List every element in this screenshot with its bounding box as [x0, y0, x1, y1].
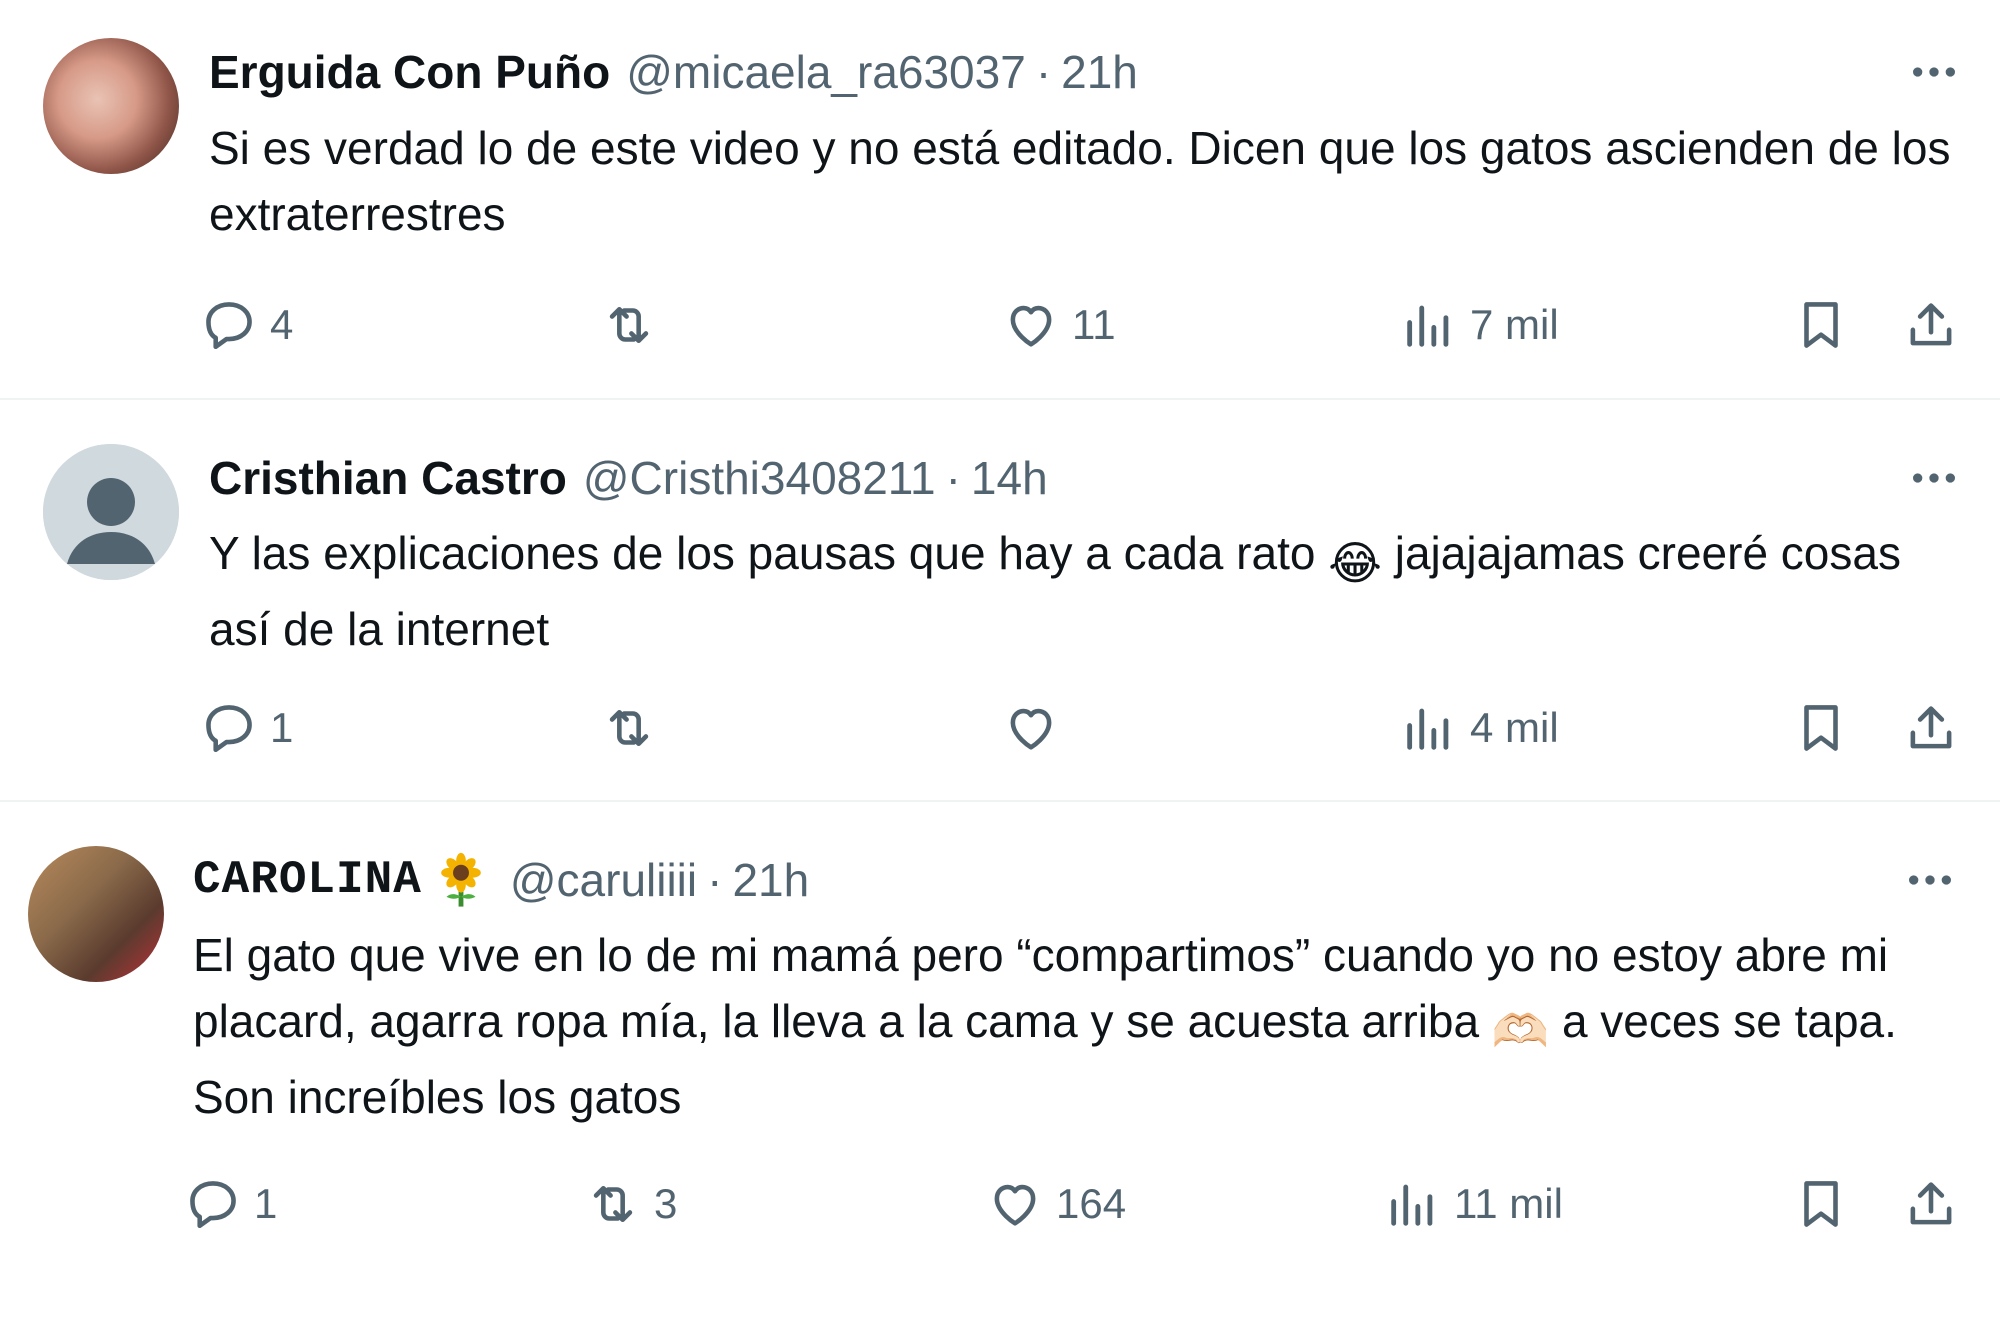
share-icon [1910, 1182, 1952, 1225]
display-name[interactable]: Cristhian Castro [209, 451, 567, 505]
user-handle[interactable]: @Cristhi3408211 [583, 451, 936, 505]
retweet-button[interactable] [600, 290, 670, 360]
share-icon [1910, 303, 1952, 346]
reply-text-part: Y las explicaciones de los pausas que ha… [209, 527, 1316, 579]
retweet-icon [609, 306, 649, 344]
timestamp[interactable]: 21h [732, 853, 809, 907]
more-icon[interactable] [1904, 42, 1964, 102]
display-name[interactable]: Erguida Con Puño [209, 45, 610, 99]
retweet-count: 3 [654, 1180, 678, 1227]
retweet-icon [593, 1185, 633, 1223]
reply-icon [206, 302, 252, 350]
heart-icon [1010, 305, 1052, 347]
action-bar: 1 3 164 11 mil [184, 1169, 1970, 1239]
user-handle[interactable]: @micaela_ra63037 [626, 45, 1026, 99]
action-bar: 4 11 7 mil [200, 290, 1970, 360]
action-bar: 1 4 mil [200, 693, 1970, 763]
views-count: 4 mil [1470, 704, 1559, 751]
views-button[interactable]: 11 mil [1384, 1169, 1563, 1239]
avatar[interactable] [43, 38, 179, 174]
retweet-icon [609, 709, 649, 747]
avatar[interactable] [43, 444, 179, 580]
like-button[interactable] [1002, 693, 1072, 763]
sunflower-emoji [441, 852, 481, 907]
bookmark-button[interactable] [1792, 290, 1850, 360]
timestamp[interactable]: 21h [1061, 45, 1138, 99]
reply-count: 1 [270, 704, 294, 751]
share-button[interactable] [1902, 693, 1960, 763]
reply-header: Erguida Con Puño @micaela_ra63037 · 21h [209, 42, 1138, 102]
reply-card[interactable]: Erguida Con Puño @micaela_ra63037 · 21h … [0, 0, 2000, 400]
like-count: 164 [1056, 1180, 1127, 1227]
reply-button[interactable]: 1 [184, 1169, 277, 1239]
share-button[interactable] [1902, 1169, 1960, 1239]
reply-text: Y las explicaciones de los pausas que ha… [209, 520, 1970, 662]
user-handle[interactable]: @caruliiii [510, 853, 697, 907]
bookmark-icon [1804, 302, 1838, 348]
display-name[interactable]: CAROLINA [193, 854, 422, 906]
views-icon [1391, 1184, 1433, 1226]
reply-card[interactable]: CAROLINA @caruliiii · 21h El gato que vi… [0, 804, 2000, 1333]
laughing-emoji: 😂 [1328, 537, 1382, 589]
timestamp[interactable]: 14h [971, 451, 1048, 505]
reply-header: Cristhian Castro @Cristhi3408211 · 14h [209, 448, 1048, 508]
like-count: 11 [1072, 301, 1116, 348]
separator: · [945, 452, 961, 504]
views-count: 7 mil [1470, 301, 1559, 348]
share-button[interactable] [1902, 290, 1960, 360]
reply-icon [206, 705, 252, 753]
reply-icon [190, 1181, 236, 1229]
retweet-button[interactable]: 3 [584, 1169, 677, 1239]
bookmark-button[interactable] [1792, 1169, 1850, 1239]
reply-button[interactable]: 1 [200, 693, 293, 763]
retweet-button[interactable] [600, 693, 670, 763]
separator: · [707, 854, 723, 906]
reply-card[interactable]: Cristhian Castro @Cristhi3408211 · 14h Y… [0, 402, 2000, 802]
reply-count: 1 [254, 1180, 278, 1227]
separator: · [1035, 46, 1052, 98]
views-count: 11 mil [1454, 1180, 1563, 1227]
more-icon[interactable] [1904, 448, 1964, 508]
default-avatar-icon [43, 444, 179, 580]
reply-header: CAROLINA @caruliiii · 21h [193, 850, 809, 910]
bookmark-icon [1804, 705, 1838, 751]
share-icon [1910, 706, 1952, 749]
like-button[interactable]: 11 [1002, 290, 1116, 360]
reply-count: 4 [270, 301, 294, 348]
views-icon [1407, 708, 1449, 750]
reply-text: El gato que vive en lo de mi mamá pero “… [193, 922, 1970, 1130]
avatar[interactable] [28, 846, 164, 982]
more-icon[interactable] [1900, 850, 1960, 910]
views-button[interactable]: 7 mil [1400, 290, 1559, 360]
heart-hands-emoji: 🫶🏻 [1491, 1005, 1550, 1057]
bookmark-icon [1804, 1181, 1838, 1227]
reply-button[interactable]: 4 [200, 290, 293, 360]
heart-icon [1010, 708, 1052, 750]
views-button[interactable]: 4 mil [1400, 693, 1559, 763]
bookmark-button[interactable] [1792, 693, 1850, 763]
like-button[interactable]: 164 [986, 1169, 1126, 1239]
views-icon [1407, 305, 1449, 347]
heart-icon [994, 1184, 1036, 1226]
reply-text: Si es verdad lo de este video y no está … [209, 122, 1951, 240]
